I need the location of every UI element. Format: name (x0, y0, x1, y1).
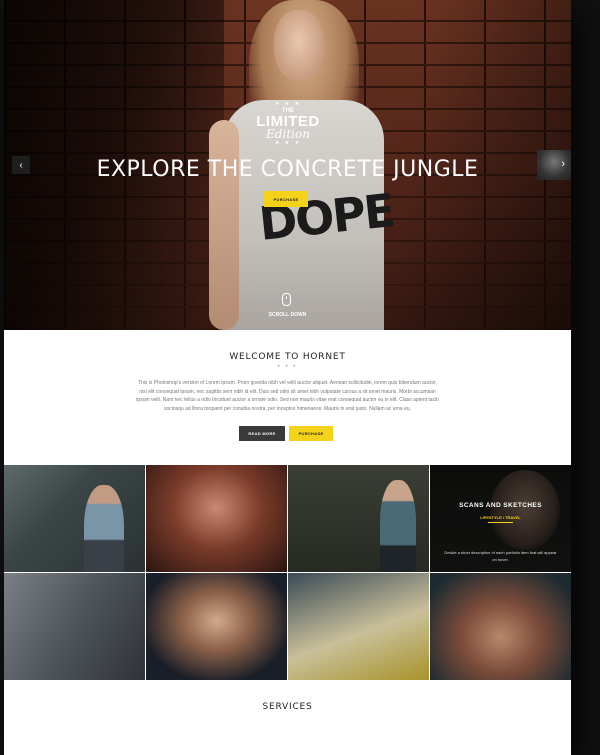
scroll-down-label[interactable]: SCROLL DOWN (4, 312, 571, 318)
portfolio-item[interactable] (430, 573, 571, 680)
portfolio-item-description: Deskle a short description of each portf… (444, 550, 557, 562)
portfolio-item[interactable] (4, 573, 145, 680)
portfolio-item[interactable] (4, 465, 145, 572)
divider (488, 522, 513, 523)
portfolio-item[interactable] (146, 465, 287, 572)
chevron-left-icon: ‹ (19, 159, 23, 171)
portfolio-item-title: SCANS AND SKETCHES (459, 502, 542, 509)
portfolio-item[interactable] (288, 573, 429, 680)
purchase-button[interactable]: PURCHASE (289, 426, 333, 441)
limited-edition-logo: ★ ★ ★ THE LIMITED Edition ★ ★ ★ (256, 101, 320, 146)
welcome-section: WELCOME TO HORNET • • • This is Photosho… (4, 330, 571, 465)
hero-title: EXPLORE THE CONCRETE JUNGLE (96, 157, 479, 182)
hero-purchase-button[interactable]: PURCHASE (264, 191, 308, 207)
portfolio-item-featured[interactable]: SCANS AND SKETCHES LIFESTYLE / TRAVEL De… (430, 465, 571, 572)
portfolio-item[interactable] (146, 573, 287, 680)
portfolio-grid: SCANS AND SKETCHES LIFESTYLE / TRAVEL De… (4, 465, 571, 680)
chevron-right-icon: › (561, 158, 565, 170)
slider-next-button[interactable]: › (537, 150, 571, 180)
welcome-text: This is Photoshop's version of Lorem Ips… (136, 380, 439, 412)
portfolio-item[interactable] (288, 465, 429, 572)
welcome-title: WELCOME TO HORNET (229, 352, 346, 362)
services-title: SERVICES (262, 702, 313, 712)
title-separator: • • • (277, 364, 298, 370)
hero-slider: DOPE ★ ★ ★ THE LIMITED Edition ★ ★ ★ EXP… (4, 0, 571, 330)
services-section: SERVICES (4, 680, 571, 755)
read-more-button[interactable]: READ MORE (239, 426, 285, 441)
portfolio-item-category[interactable]: LIFESTYLE / TRAVEL (430, 515, 571, 520)
slider-prev-button[interactable]: ‹ (12, 156, 30, 174)
mouse-icon[interactable] (282, 293, 291, 306)
page: DOPE ★ ★ ★ THE LIMITED Edition ★ ★ ★ EXP… (4, 0, 571, 755)
